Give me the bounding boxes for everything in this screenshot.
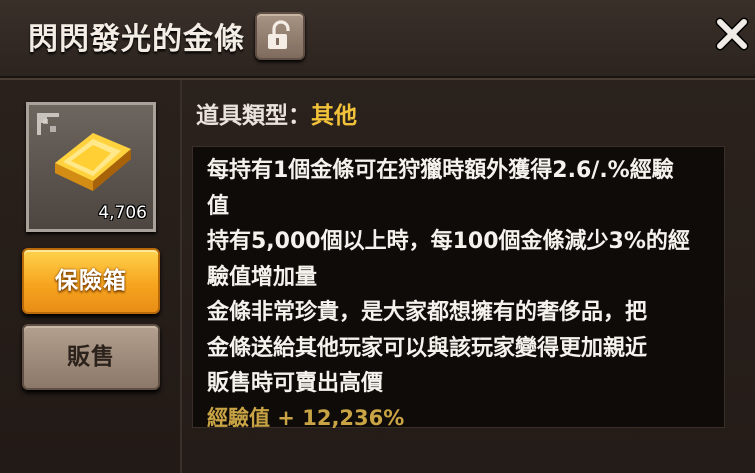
description-line: 金條送給其他玩家可以與該玩家變得更加親近 <box>207 335 648 361</box>
description-line: 持有5,000個以上時，每100個金條減少3%的經 <box>207 229 690 254</box>
description-line: 每持有1個金條可在狩獵時額外獲得2.6/.%經驗 <box>207 158 674 183</box>
description-line: 驗值增加量 <box>207 264 318 290</box>
item-title: 閃閃發光的金條 <box>28 22 245 57</box>
description-line: 金條非常珍貴，是大家都想擁有的奢侈品，把 <box>207 300 648 325</box>
item-type-value: 其他 <box>311 103 357 129</box>
lock-toggle-button[interactable] <box>255 12 305 60</box>
item-quantity: 4,706 <box>98 203 147 223</box>
unlock-icon <box>268 20 290 49</box>
item-detail-dialog: 閃閃發光的金條 4,706 保險箱 販售 道具類型：其他 每持有1個金條可在狩獵… <box>0 0 755 473</box>
exp-bonus-stat: 經驗值 + 12,236% <box>207 405 405 430</box>
item-slot[interactable]: 4,706 <box>26 102 156 232</box>
item-type-label: 道具類型： <box>196 103 311 129</box>
description-line: 值 <box>207 193 230 219</box>
description-line: 販售時可賣出高價 <box>207 371 384 396</box>
gold-bar-icon <box>55 133 131 191</box>
dialog-header: 閃閃發光的金條 <box>0 0 755 80</box>
item-description-box: 每持有1個金條可在狩獵時額外獲得2.6/.%經驗 值 持有5,000個以上時，每… <box>192 146 725 430</box>
safe-box-button[interactable]: 保險箱 <box>22 248 160 314</box>
sell-button[interactable]: 販售 <box>22 324 160 390</box>
close-icon <box>715 17 749 51</box>
item-type-row: 道具類型：其他 <box>196 96 357 130</box>
close-button[interactable] <box>712 14 752 54</box>
